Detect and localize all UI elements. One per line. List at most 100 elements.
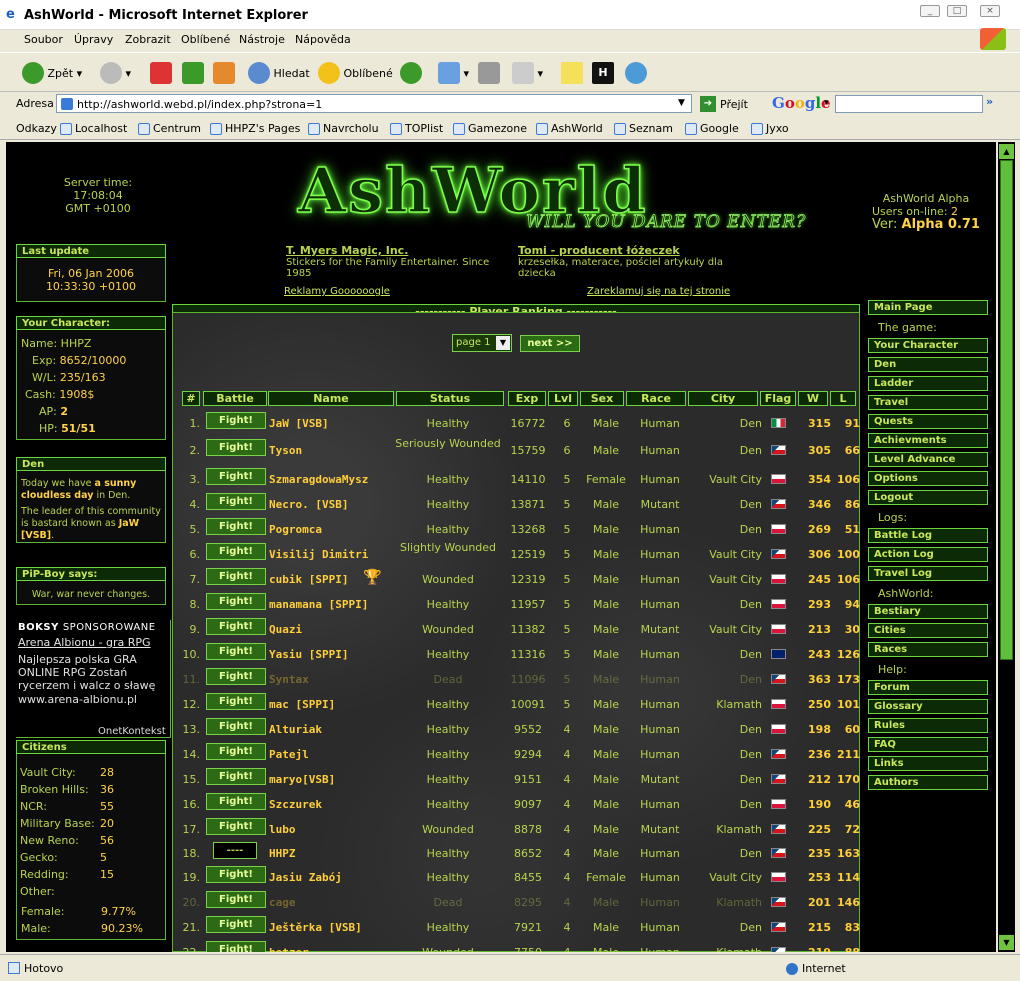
ad-google-link[interactable]: Reklamy Goooooogle bbox=[284, 286, 390, 297]
ad-tomi[interactable]: Tomi - producent łóżeczek krzesełka, mat… bbox=[518, 244, 748, 279]
ad-advertise-link[interactable]: Zareklamuj się na tej stronie bbox=[587, 286, 730, 297]
fight-button[interactable]: Fight! bbox=[206, 941, 266, 952]
refresh-button[interactable] bbox=[182, 59, 204, 87]
link-google[interactable]: Google bbox=[685, 122, 739, 135]
player-name[interactable]: JaW [VSB] bbox=[269, 417, 329, 430]
notes-button[interactable] bbox=[561, 59, 583, 87]
search-button[interactable]: Hledat bbox=[248, 59, 310, 87]
link-centrum[interactable]: Centrum bbox=[138, 122, 201, 135]
back-button[interactable]: Zpět ▾ bbox=[22, 59, 82, 87]
fight-button[interactable]: Fight! bbox=[206, 793, 266, 810]
nav-travel-log[interactable]: Travel Log bbox=[868, 566, 988, 581]
player-name[interactable]: Ještěrka [VSB] bbox=[269, 921, 362, 934]
minimize-button[interactable]: _ bbox=[920, 5, 940, 17]
fight-button[interactable]: Fight! bbox=[206, 693, 266, 710]
player-name[interactable]: Jasiu Zabój bbox=[269, 871, 342, 884]
link-gamezone[interactable]: Gamezone bbox=[453, 122, 527, 135]
fight-button[interactable]: Fight! bbox=[206, 618, 266, 635]
next-page-button[interactable]: next >> bbox=[520, 335, 580, 352]
player-name[interactable]: manamana [SPPI] bbox=[269, 598, 368, 611]
nav-your-character[interactable]: Your Character bbox=[868, 338, 988, 353]
mail-button[interactable]: ▾ bbox=[438, 59, 469, 87]
forward-button[interactable]: ▾ bbox=[100, 59, 131, 87]
fight-button[interactable]: Fight! bbox=[206, 568, 266, 585]
link-jyxo[interactable]: Jyxo bbox=[751, 122, 789, 135]
menu-upravy[interactable]: Úpravy bbox=[74, 33, 113, 46]
link-localhost[interactable]: Localhost bbox=[60, 122, 127, 135]
nav-authors[interactable]: Authors bbox=[868, 775, 988, 790]
go-button[interactable]: ➔ Přejít bbox=[700, 96, 748, 112]
stop-button[interactable] bbox=[150, 59, 172, 87]
nav-ladder[interactable]: Ladder bbox=[868, 376, 988, 391]
link-ashworld[interactable]: AshWorld bbox=[536, 122, 603, 135]
fight-button[interactable]: Fight! bbox=[206, 518, 266, 535]
fight-button[interactable]: Fight! bbox=[206, 866, 266, 883]
nav-races[interactable]: Races bbox=[868, 642, 988, 657]
nav-bestiary[interactable]: Bestiary bbox=[868, 604, 988, 619]
player-name[interactable]: cubik [SPPI] bbox=[269, 573, 348, 586]
fight-button[interactable]: Fight! bbox=[206, 743, 266, 760]
player-name[interactable]: Quazi bbox=[269, 623, 302, 636]
favorites-button[interactable]: Oblíbené bbox=[318, 59, 393, 87]
scroll-thumb[interactable] bbox=[1000, 160, 1013, 660]
player-name[interactable]: Szczurek bbox=[269, 798, 322, 811]
nav-logout[interactable]: Logout bbox=[868, 490, 988, 505]
nav-travel[interactable]: Travel bbox=[868, 395, 988, 410]
player-name[interactable]: Syntax bbox=[269, 673, 309, 686]
print-button[interactable] bbox=[478, 59, 500, 87]
home-button[interactable] bbox=[213, 59, 235, 87]
nav-quests[interactable]: Quests bbox=[868, 414, 988, 429]
fight-button[interactable]: Fight! bbox=[206, 593, 266, 610]
h-button[interactable]: H bbox=[592, 59, 614, 87]
maximize-button[interactable]: □ bbox=[947, 5, 967, 17]
fight-button[interactable]: Fight! bbox=[206, 412, 266, 429]
page-scrollbar[interactable]: ▲ ▼ bbox=[998, 142, 1015, 952]
fight-button[interactable]: Fight! bbox=[206, 668, 266, 685]
menu-oblibene[interactable]: Oblíbené bbox=[181, 33, 230, 46]
nav-rules[interactable]: Rules bbox=[868, 718, 988, 733]
menu-zobrazit[interactable]: Zobrazit bbox=[125, 33, 171, 46]
player-name[interactable]: Yasiu [SPPI] bbox=[269, 648, 348, 661]
nav-battle-log[interactable]: Battle Log bbox=[868, 528, 988, 543]
fight-button[interactable]: Fight! bbox=[206, 493, 266, 510]
fight-button[interactable]: Fight! bbox=[206, 718, 266, 735]
ad-myers[interactable]: T. Myers Magic, Inc. Stickers for the Fa… bbox=[286, 244, 514, 279]
fight-button[interactable]: Fight! bbox=[206, 818, 266, 835]
link-toplist[interactable]: TOPlist bbox=[390, 122, 443, 135]
player-name[interactable]: HHPZ bbox=[269, 847, 296, 860]
fight-button[interactable]: Fight! bbox=[206, 891, 266, 908]
edit-button[interactable]: ▾ bbox=[512, 59, 543, 87]
player-name[interactable]: mac [SPPI] bbox=[269, 698, 335, 711]
player-name[interactable]: Alturiak bbox=[269, 723, 322, 736]
url-dropdown-icon[interactable]: ▼ bbox=[678, 98, 685, 108]
history-button[interactable] bbox=[400, 59, 422, 87]
more-chevron-icon[interactable]: » bbox=[986, 95, 993, 108]
nav-achievments[interactable]: Achievments bbox=[868, 433, 988, 448]
player-name[interactable]: Tyson bbox=[269, 444, 302, 457]
fight-button[interactable]: Fight! bbox=[206, 468, 266, 485]
fight-button[interactable]: Fight! bbox=[206, 439, 266, 456]
menu-nastroje[interactable]: Nástroje bbox=[239, 33, 285, 46]
google-dropdown-icon[interactable]: ▾ bbox=[824, 98, 829, 108]
fight-button[interactable]: Fight! bbox=[206, 768, 266, 785]
player-name[interactable]: SzmaragdowaMysz bbox=[269, 473, 368, 486]
menu-soubor[interactable]: Soubor bbox=[24, 33, 63, 46]
scroll-up-icon[interactable]: ▲ bbox=[999, 144, 1014, 159]
nav-faq[interactable]: FAQ bbox=[868, 737, 988, 752]
nav-options[interactable]: Options bbox=[868, 471, 988, 486]
player-name[interactable]: Necro. [VSB] bbox=[269, 498, 348, 511]
nav-main-page[interactable]: Main Page bbox=[868, 300, 988, 315]
menu-napoveda[interactable]: Nápověda bbox=[295, 33, 351, 46]
link-seznam[interactable]: Seznam bbox=[614, 122, 673, 135]
close-button[interactable]: × bbox=[980, 5, 1000, 17]
messenger-button[interactable] bbox=[625, 59, 647, 87]
fight-button[interactable]: Fight! bbox=[206, 643, 266, 660]
scroll-down-icon[interactable]: ▼ bbox=[999, 935, 1014, 950]
player-name[interactable]: hetzer bbox=[269, 946, 309, 952]
url-input[interactable]: http://ashworld.webd.pl/index.php?strona… bbox=[56, 94, 692, 113]
player-name[interactable]: Patejl bbox=[269, 748, 309, 761]
nav-action-log[interactable]: Action Log bbox=[868, 547, 988, 562]
nav-cities[interactable]: Cities bbox=[868, 623, 988, 638]
player-name[interactable]: lubo bbox=[269, 823, 296, 836]
player-name[interactable]: maryo[VSB] bbox=[269, 773, 335, 786]
